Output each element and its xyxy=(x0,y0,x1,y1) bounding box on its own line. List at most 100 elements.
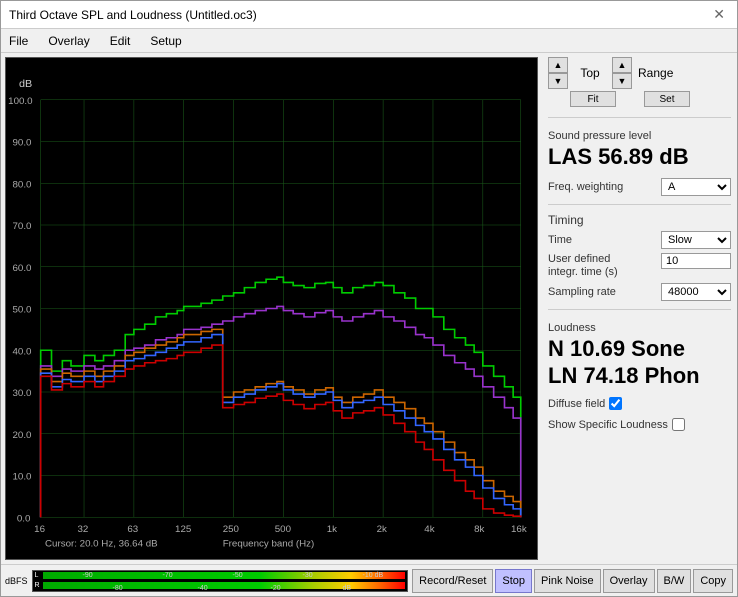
top-arrows: ▲ ▼ xyxy=(548,57,568,89)
svg-text:250: 250 xyxy=(223,524,239,535)
divider-1 xyxy=(548,117,731,118)
diffuse-field-label: Diffuse field xyxy=(548,398,605,410)
meter-tick-10: -10 dB xyxy=(363,572,384,579)
diffuse-field-row: Diffuse field xyxy=(548,397,731,410)
svg-text:dB: dB xyxy=(19,78,32,90)
menu-file[interactable]: File xyxy=(5,32,32,50)
level-meter: L -90 -70 -50 -30 -10 dB R -80 -40 xyxy=(32,570,409,592)
top-nav-group: ▲ ▼ Top ▲ ▼ Range Fit S xyxy=(548,57,690,107)
pink-noise-button[interactable]: Pink Noise xyxy=(534,569,601,593)
loudness-n-value: N 10.69 Sone xyxy=(548,336,731,362)
svg-text:63: 63 xyxy=(127,524,138,535)
svg-text:90.0: 90.0 xyxy=(13,138,32,149)
bottom-bar: dBFS L -90 -70 -50 -30 -10 dB R xyxy=(1,564,737,596)
divider-3 xyxy=(548,309,731,310)
loudness-label: Loudness xyxy=(548,322,731,334)
bottom-buttons: Record/Reset Stop Pink Noise Overlay B/W… xyxy=(412,569,733,593)
spl-section-label: Sound pressure level xyxy=(548,130,731,142)
svg-text:10.0: 10.0 xyxy=(13,472,32,483)
meter-tick-50: -50 xyxy=(233,572,243,579)
dbfs-label: dBFS xyxy=(5,576,28,586)
sampling-rate-row: Sampling rate 48000 44100 xyxy=(548,283,731,301)
svg-text:80.0: 80.0 xyxy=(13,180,32,191)
L-label: L xyxy=(35,572,43,579)
top-label: Top xyxy=(570,66,610,80)
meter-R-row: R -80 -40 -20 dB xyxy=(33,581,408,591)
R-label: R xyxy=(35,582,43,589)
stop-button[interactable]: Stop xyxy=(495,569,532,593)
chart-area: Third octave SPL ARTA dB xyxy=(5,57,538,560)
show-specific-label: Show Specific Loudness xyxy=(548,419,668,431)
right-panel: ▲ ▼ Top ▲ ▼ Range Fit S xyxy=(542,53,737,564)
svg-text:16: 16 xyxy=(34,524,45,535)
range-down-button[interactable]: ▼ xyxy=(612,73,632,89)
bw-button[interactable]: B/W xyxy=(657,569,692,593)
overlay-button[interactable]: Overlay xyxy=(603,569,655,593)
meter-tick-30: -30 xyxy=(303,572,313,579)
freq-weighting-label: Freq. weighting xyxy=(548,181,623,193)
range-arrows: ▲ ▼ xyxy=(612,57,632,89)
menu-overlay[interactable]: Overlay xyxy=(44,32,93,50)
user-integr-row: User defined integr. time (s) xyxy=(548,253,731,279)
range-up-button[interactable]: ▲ xyxy=(612,57,632,73)
svg-text:100.0: 100.0 xyxy=(8,96,32,107)
freq-weighting-row: Freq. weighting A B C Z xyxy=(548,178,731,196)
svg-text:32: 32 xyxy=(78,524,89,535)
meter-tick-40b: -40 xyxy=(198,585,208,592)
svg-text:16k: 16k xyxy=(511,524,527,535)
fit-nav-row: Fit Set xyxy=(548,91,690,107)
spl-value: LAS 56.89 dB xyxy=(548,144,731,170)
time-select[interactable]: Slow Fast xyxy=(661,231,731,249)
menu-bar: File Overlay Edit Setup xyxy=(1,29,737,53)
timing-section: Timing Time Slow Fast User defined integ… xyxy=(548,213,731,301)
time-label: Time xyxy=(548,234,572,246)
svg-text:70.0: 70.0 xyxy=(13,221,32,232)
set-button[interactable]: Set xyxy=(644,91,690,107)
window-title: Third Octave SPL and Loudness (Untitled.… xyxy=(9,8,257,22)
svg-text:50.0: 50.0 xyxy=(13,305,32,316)
svg-text:4k: 4k xyxy=(424,524,435,535)
svg-text:Cursor: 20.0 Hz, 36.64 dB: Cursor: 20.0 Hz, 36.64 dB xyxy=(45,539,158,550)
svg-text:60.0: 60.0 xyxy=(13,263,32,274)
timing-label: Timing xyxy=(548,213,731,227)
spl-section: Sound pressure level LAS 56.89 dB xyxy=(548,130,731,170)
svg-text:125: 125 xyxy=(175,524,191,535)
copy-button[interactable]: Copy xyxy=(693,569,733,593)
menu-edit[interactable]: Edit xyxy=(106,32,135,50)
meter-tick-20b: -20 xyxy=(271,585,281,592)
nav-controls: ▲ ▼ Top ▲ ▼ Range Fit S xyxy=(548,57,731,107)
top-up-button[interactable]: ▲ xyxy=(548,57,568,73)
svg-text:2k: 2k xyxy=(377,524,388,535)
show-specific-checkbox[interactable] xyxy=(672,418,685,431)
loudness-ln-value: LN 74.18 Phon xyxy=(548,363,731,389)
svg-text:40.0: 40.0 xyxy=(13,347,32,358)
title-bar: Third Octave SPL and Loudness (Untitled.… xyxy=(1,1,737,29)
diffuse-field-checkbox[interactable] xyxy=(609,397,622,410)
svg-text:Frequency band (Hz): Frequency band (Hz) xyxy=(223,539,314,550)
close-button[interactable]: ✕ xyxy=(709,6,729,23)
meter-tick-70: -70 xyxy=(163,572,173,579)
top-down-button[interactable]: ▼ xyxy=(548,73,568,89)
record-reset-button[interactable]: Record/Reset xyxy=(412,569,493,593)
loudness-section: Loudness N 10.69 Sone LN 74.18 Phon xyxy=(548,322,731,389)
svg-text:1k: 1k xyxy=(327,524,338,535)
L-meter-bar xyxy=(43,572,406,579)
top-nav-row: ▲ ▼ Top ▲ ▼ Range xyxy=(548,57,690,89)
meter-tick-db: dB xyxy=(343,585,352,592)
fit-button[interactable]: Fit xyxy=(570,91,616,107)
menu-setup[interactable]: Setup xyxy=(146,32,185,50)
svg-text:20.0: 20.0 xyxy=(13,430,32,441)
main-content: Third octave SPL ARTA dB xyxy=(1,53,737,564)
user-integr-input[interactable] xyxy=(661,253,731,269)
sampling-rate-label: Sampling rate xyxy=(548,286,616,298)
range-label: Range xyxy=(634,66,677,80)
freq-weighting-select[interactable]: A B C Z xyxy=(661,178,731,196)
sampling-rate-select[interactable]: 48000 44100 xyxy=(661,283,731,301)
svg-text:0.0: 0.0 xyxy=(17,514,31,525)
svg-text:8k: 8k xyxy=(474,524,485,535)
show-specific-row: Show Specific Loudness xyxy=(548,418,731,431)
meter-L-row: L -90 -70 -50 -30 -10 dB xyxy=(33,571,408,581)
main-window: Third Octave SPL and Loudness (Untitled.… xyxy=(0,0,738,597)
divider-2 xyxy=(548,204,731,205)
chart-svg: dB 100.0 90.0 80.0 70.0 60.0 50.0 xyxy=(6,58,537,559)
